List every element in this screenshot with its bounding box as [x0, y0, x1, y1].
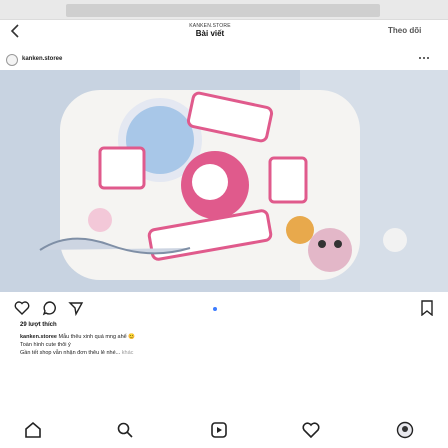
reels-icon[interactable]	[210, 421, 230, 441]
heart-icon[interactable]	[14, 300, 32, 318]
profile-icon[interactable]	[396, 421, 416, 441]
more-horizontal-icon[interactable]	[418, 53, 430, 64]
chevron-left-icon	[10, 24, 19, 38]
likes-count[interactable]: 29 lượt thích	[20, 322, 57, 328]
bookmark-icon[interactable]	[420, 300, 438, 318]
carousel-indicator	[213, 307, 217, 311]
author-row: kanken.storee	[0, 52, 448, 70]
post-screen: KANKEN.STORE Bài viết Theo dõi kanken.st…	[0, 0, 448, 448]
caption-line-2: Toàn hình cute thôi ý	[20, 342, 71, 348]
caption-line-3: Gần tết shop vẫn nhận đơn thêu lẻ nhé...…	[20, 349, 430, 357]
share-icon[interactable]	[68, 300, 86, 318]
embroidery-photo	[0, 70, 448, 292]
comment-icon[interactable]	[42, 300, 60, 318]
caption-line-1: kanken.storee Mẫu thêu xinh quá mng ahể …	[20, 333, 430, 341]
banner-bar	[66, 4, 380, 17]
avatar[interactable]	[6, 54, 18, 66]
caption-text-1: Mẫu thêu xinh quá mng ahể 😊	[58, 334, 136, 340]
author-username[interactable]: kanken.storee	[22, 56, 62, 62]
follow-button[interactable]: Theo dõi	[388, 26, 421, 35]
top-banner	[0, 0, 448, 20]
caption-more-link[interactable]: khác	[122, 350, 134, 356]
caption-text-3: Gần tết shop vẫn nhận đơn thêu lẻ nhé...	[20, 350, 121, 356]
action-bar	[0, 298, 448, 320]
back-button[interactable]	[10, 24, 24, 40]
caption-username[interactable]: kanken.storee	[20, 334, 57, 340]
heart-tab-icon[interactable]	[302, 421, 322, 441]
header: KANKEN.STORE Bài viết Theo dõi	[0, 20, 448, 44]
page-title: Bài viết	[195, 29, 225, 38]
post-image[interactable]	[0, 70, 448, 292]
search-icon[interactable]	[116, 421, 136, 441]
home-icon[interactable]	[24, 421, 44, 441]
bottom-tabbar	[0, 414, 448, 448]
caption: kanken.storee Mẫu thêu xinh quá mng ahể …	[20, 333, 430, 357]
header-center: KANKEN.STORE Bài viết	[150, 23, 270, 39]
